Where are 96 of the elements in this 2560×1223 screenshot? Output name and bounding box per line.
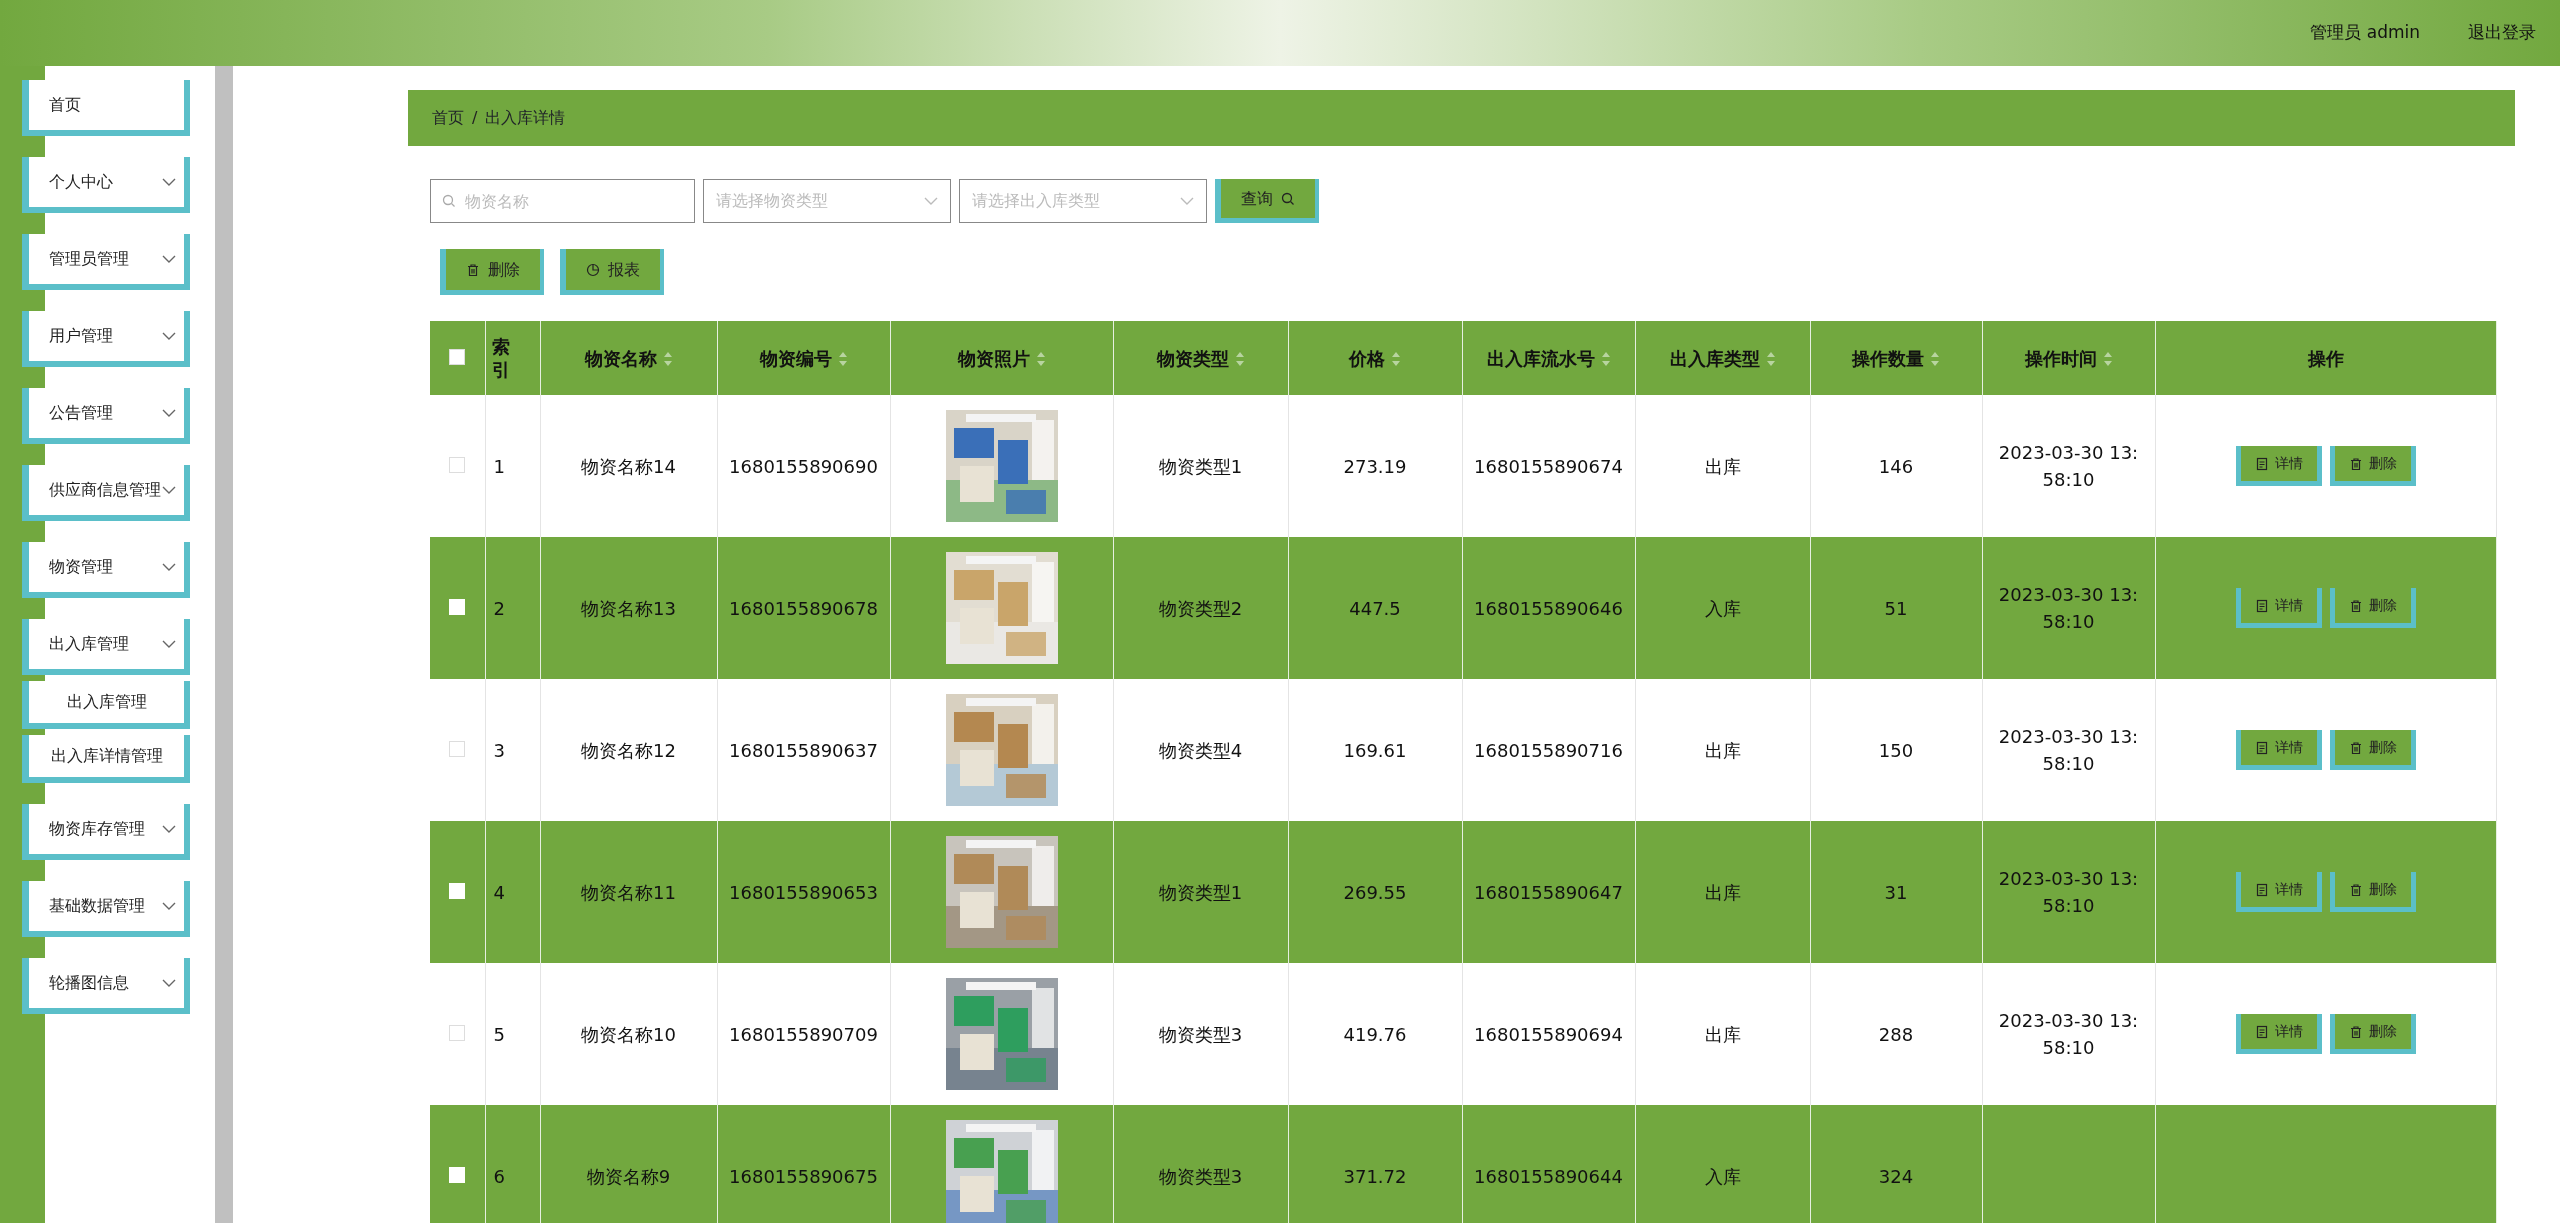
column-header[interactable]: 物资名称 bbox=[540, 321, 717, 395]
table-cell: 物资名称13 bbox=[540, 537, 717, 679]
column-header[interactable]: 价格 bbox=[1288, 321, 1462, 395]
table-cell: 物资类型1 bbox=[1113, 395, 1288, 537]
table-cell: 3 bbox=[485, 679, 540, 821]
table-cell: 1680155890647 bbox=[1462, 821, 1635, 963]
table-cell: 1680155890709 bbox=[717, 963, 890, 1105]
table-cell: 出库 bbox=[1635, 395, 1810, 537]
details-button[interactable]: 详情 bbox=[2235, 1014, 2322, 1054]
sidebar-item[interactable]: 基础数据管理 bbox=[22, 881, 190, 937]
table-cell: 2023-03-30 13:58:10 bbox=[1982, 821, 2155, 963]
table-cell: 447.5 bbox=[1288, 537, 1462, 679]
search-button[interactable]: 查询 bbox=[1215, 179, 1319, 223]
table-cell: 物资类型4 bbox=[1113, 679, 1288, 821]
column-header[interactable]: 物资类型 bbox=[1113, 321, 1288, 395]
sidebar-subitem[interactable]: 出入库管理 bbox=[22, 681, 190, 729]
table-cell: 1680155890646 bbox=[1462, 537, 1635, 679]
table-cell: 物资类型3 bbox=[1113, 963, 1288, 1105]
delete-button[interactable]: 删除 bbox=[2329, 1014, 2416, 1054]
table-cell: 5 bbox=[485, 963, 540, 1105]
table-cell: 371.72 bbox=[1288, 1105, 1462, 1223]
table-cell: 1680155890694 bbox=[1462, 963, 1635, 1105]
sidebar-item[interactable]: 轮播图信息 bbox=[22, 958, 190, 1014]
table-cell: 物资类型1 bbox=[1113, 821, 1288, 963]
details-button[interactable]: 详情 bbox=[2235, 588, 2322, 628]
delete-button[interactable]: 删除 bbox=[440, 249, 544, 295]
delete-button[interactable]: 删除 bbox=[2329, 730, 2416, 770]
sidebar-item[interactable]: 出入库管理 bbox=[22, 619, 190, 675]
table-cell: 2 bbox=[485, 537, 540, 679]
table-cell: 2023-03-30 13:58:10 bbox=[1982, 395, 2155, 537]
sidebar-item[interactable]: 公告管理 bbox=[22, 388, 190, 444]
sidebar-item[interactable]: 个人中心 bbox=[22, 157, 190, 213]
table-cell: 物资名称14 bbox=[540, 395, 717, 537]
table-cell: 269.55 bbox=[1288, 821, 1462, 963]
table-cell: 出库 bbox=[1635, 821, 1810, 963]
table-cell: 169.61 bbox=[1288, 679, 1462, 821]
table-cell: 物资名称10 bbox=[540, 963, 717, 1105]
table-cell: 物资名称9 bbox=[540, 1105, 717, 1223]
table-cell: 物资名称11 bbox=[540, 821, 717, 963]
breadcrumb-current-page: 出入库详情 bbox=[485, 107, 566, 129]
table-cell: 1680155890690 bbox=[717, 395, 890, 537]
sidebar-item[interactable]: 首页 bbox=[22, 80, 190, 136]
sidebar-item[interactable]: 物资库存管理 bbox=[22, 804, 190, 860]
table-cell: 入库 bbox=[1635, 537, 1810, 679]
table-cell: 1680155890678 bbox=[717, 537, 890, 679]
table-cell: 146 bbox=[1810, 395, 1982, 537]
sidebar-item[interactable]: 用户管理 bbox=[22, 311, 190, 367]
table-cell: 150 bbox=[1810, 679, 1982, 821]
table-cell: 1680155890716 bbox=[1462, 679, 1635, 821]
details-button[interactable]: 详情 bbox=[2235, 446, 2322, 486]
table-cell: 2023-03-30 13:58:10 bbox=[1982, 963, 2155, 1105]
table-cell: 288 bbox=[1810, 963, 1982, 1105]
table-cell: 物资类型2 bbox=[1113, 537, 1288, 679]
breadcrumb-link[interactable]: 首页 bbox=[432, 106, 464, 130]
table-cell: 2023-03-30 13:58:10 bbox=[1982, 679, 2155, 821]
delete-button[interactable]: 删除 bbox=[2329, 446, 2416, 486]
table-cell: 1 bbox=[485, 395, 540, 537]
column-header[interactable]: 操作数量 bbox=[1810, 321, 1982, 395]
table-cell: 51 bbox=[1810, 537, 1982, 679]
table-cell: 4 bbox=[485, 821, 540, 963]
sidebar-item[interactable]: 供应商信息管理 bbox=[22, 465, 190, 521]
table-cell: 324 bbox=[1810, 1105, 1982, 1223]
table-cell: 1680155890674 bbox=[1462, 395, 1635, 537]
table-cell: 物资名称12 bbox=[540, 679, 717, 821]
column-header[interactable]: 操作时间 bbox=[1982, 321, 2155, 395]
delete-button[interactable]: 删除 bbox=[2329, 872, 2416, 912]
sidebar-item[interactable]: 物资管理 bbox=[22, 542, 190, 598]
logout-link[interactable]: 退出登录 bbox=[2468, 20, 2536, 46]
details-button[interactable]: 详情 bbox=[2235, 872, 2322, 912]
details-button[interactable]: 详情 bbox=[2235, 730, 2322, 770]
table-cell: 出库 bbox=[1635, 963, 1810, 1105]
table-cell: 1680155890675 bbox=[717, 1105, 890, 1223]
report-button[interactable]: 报表 bbox=[560, 249, 664, 295]
table-cell: 1680155890637 bbox=[717, 679, 890, 821]
sidebar-subitem[interactable]: 出入库详情管理 bbox=[22, 735, 190, 783]
column-header: 操作 bbox=[2155, 321, 2496, 395]
column-header: 索引 bbox=[485, 321, 540, 395]
table-cell: 31 bbox=[1810, 821, 1982, 963]
table-cell: 入库 bbox=[1635, 1105, 1810, 1223]
table-cell: 6 bbox=[485, 1105, 540, 1223]
column-header[interactable]: 物资照片 bbox=[890, 321, 1113, 395]
column-header[interactable]: 出入库类型 bbox=[1635, 321, 1810, 395]
table-cell: 出库 bbox=[1635, 679, 1810, 821]
delete-button[interactable]: 删除 bbox=[2329, 588, 2416, 628]
table-cell: 273.19 bbox=[1288, 395, 1462, 537]
user-label: 管理员 admin bbox=[2310, 21, 2420, 45]
breadcrumb-separator: / bbox=[472, 107, 478, 129]
column-header[interactable]: 出入库流水号 bbox=[1462, 321, 1635, 395]
search-field[interactable]: 物资名称 bbox=[430, 179, 695, 223]
table-cell: 419.76 bbox=[1288, 963, 1462, 1105]
table-cell: 1680155890644 bbox=[1462, 1105, 1635, 1223]
table-cell: 2023-03-30 13:58:10 bbox=[1982, 537, 2155, 679]
table-cell: 1680155890653 bbox=[717, 821, 890, 963]
sidebar-item[interactable]: 管理员管理 bbox=[22, 234, 190, 290]
column-header[interactable]: 物资编号 bbox=[717, 321, 890, 395]
table-cell: 物资类型3 bbox=[1113, 1105, 1288, 1223]
